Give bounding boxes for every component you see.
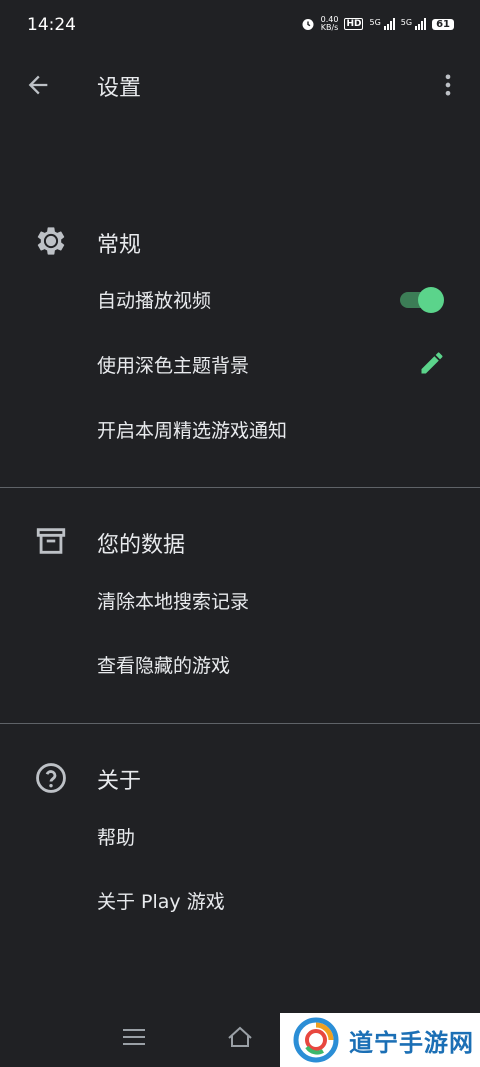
watermark-logo-icon [293,1017,339,1063]
pencil-icon[interactable] [418,349,446,377]
section-divider [0,487,480,488]
status-time: 14:24 [27,15,76,35]
watermark: 道宁手游网 [280,1013,480,1067]
arrow-back-icon[interactable] [24,71,52,99]
section-title: 关于 [97,769,142,794]
status-icons: 0.40 KB/s HD 5G 5G 61 [301,16,454,32]
hd-badge: HD [344,18,364,30]
setting-label: 使用深色主题背景 [97,355,250,377]
setting-label: 关于 Play 游戏 [97,891,225,913]
section-title: 您的数据 [97,533,186,558]
section-title: 常规 [97,233,142,258]
autoplay-video-toggle[interactable] [400,287,444,313]
setting-label: 查看隐藏的游戏 [97,655,231,677]
signal-icon: 5G [369,18,395,30]
menu-icon[interactable] [121,1027,147,1047]
signal-label: 5G [400,18,413,27]
app-bar: 设置 [0,55,480,115]
watermark-text: 道宁手游网 [349,1028,474,1057]
alarm-icon [302,19,314,30]
dark-theme-setting[interactable]: 使用深色主题背景 [0,335,480,395]
help-circle-icon [36,763,66,793]
setting-label: 自动播放视频 [97,290,212,312]
view-hidden-games-setting[interactable]: 查看隐藏的游戏 [0,635,480,695]
setting-label: 开启本周精选游戏通知 [97,420,288,442]
toggle-thumb [418,287,444,313]
archive-icon [36,528,66,554]
status-bar: 14:24 0.40 KB/s HD 5G 5G 61 [0,0,480,50]
setting-label: 帮助 [97,827,136,849]
clear-search-history-setting[interactable]: 清除本地搜索记录 [0,571,480,631]
setting-label: 清除本地搜索记录 [97,591,250,613]
weekly-games-notification-setting[interactable]: 开启本周精选游戏通知 [0,400,480,460]
page-title: 设置 [97,76,142,101]
signal-label: 5G [369,18,381,27]
gear-icon [37,227,65,255]
network-speed-unit: KB/s [320,23,339,32]
network-speed: 0.40 KB/s [321,16,339,32]
autoplay-video-setting[interactable]: 自动播放视频 [0,270,480,330]
section-divider [0,723,480,724]
battery-icon: 61 [432,18,454,30]
home-icon[interactable] [226,1025,254,1049]
about-play-games-setting[interactable]: 关于 Play 游戏 [0,871,480,931]
help-setting[interactable]: 帮助 [0,807,480,867]
signal-icon: 5G [400,18,427,30]
more-vert-icon[interactable] [434,71,462,99]
